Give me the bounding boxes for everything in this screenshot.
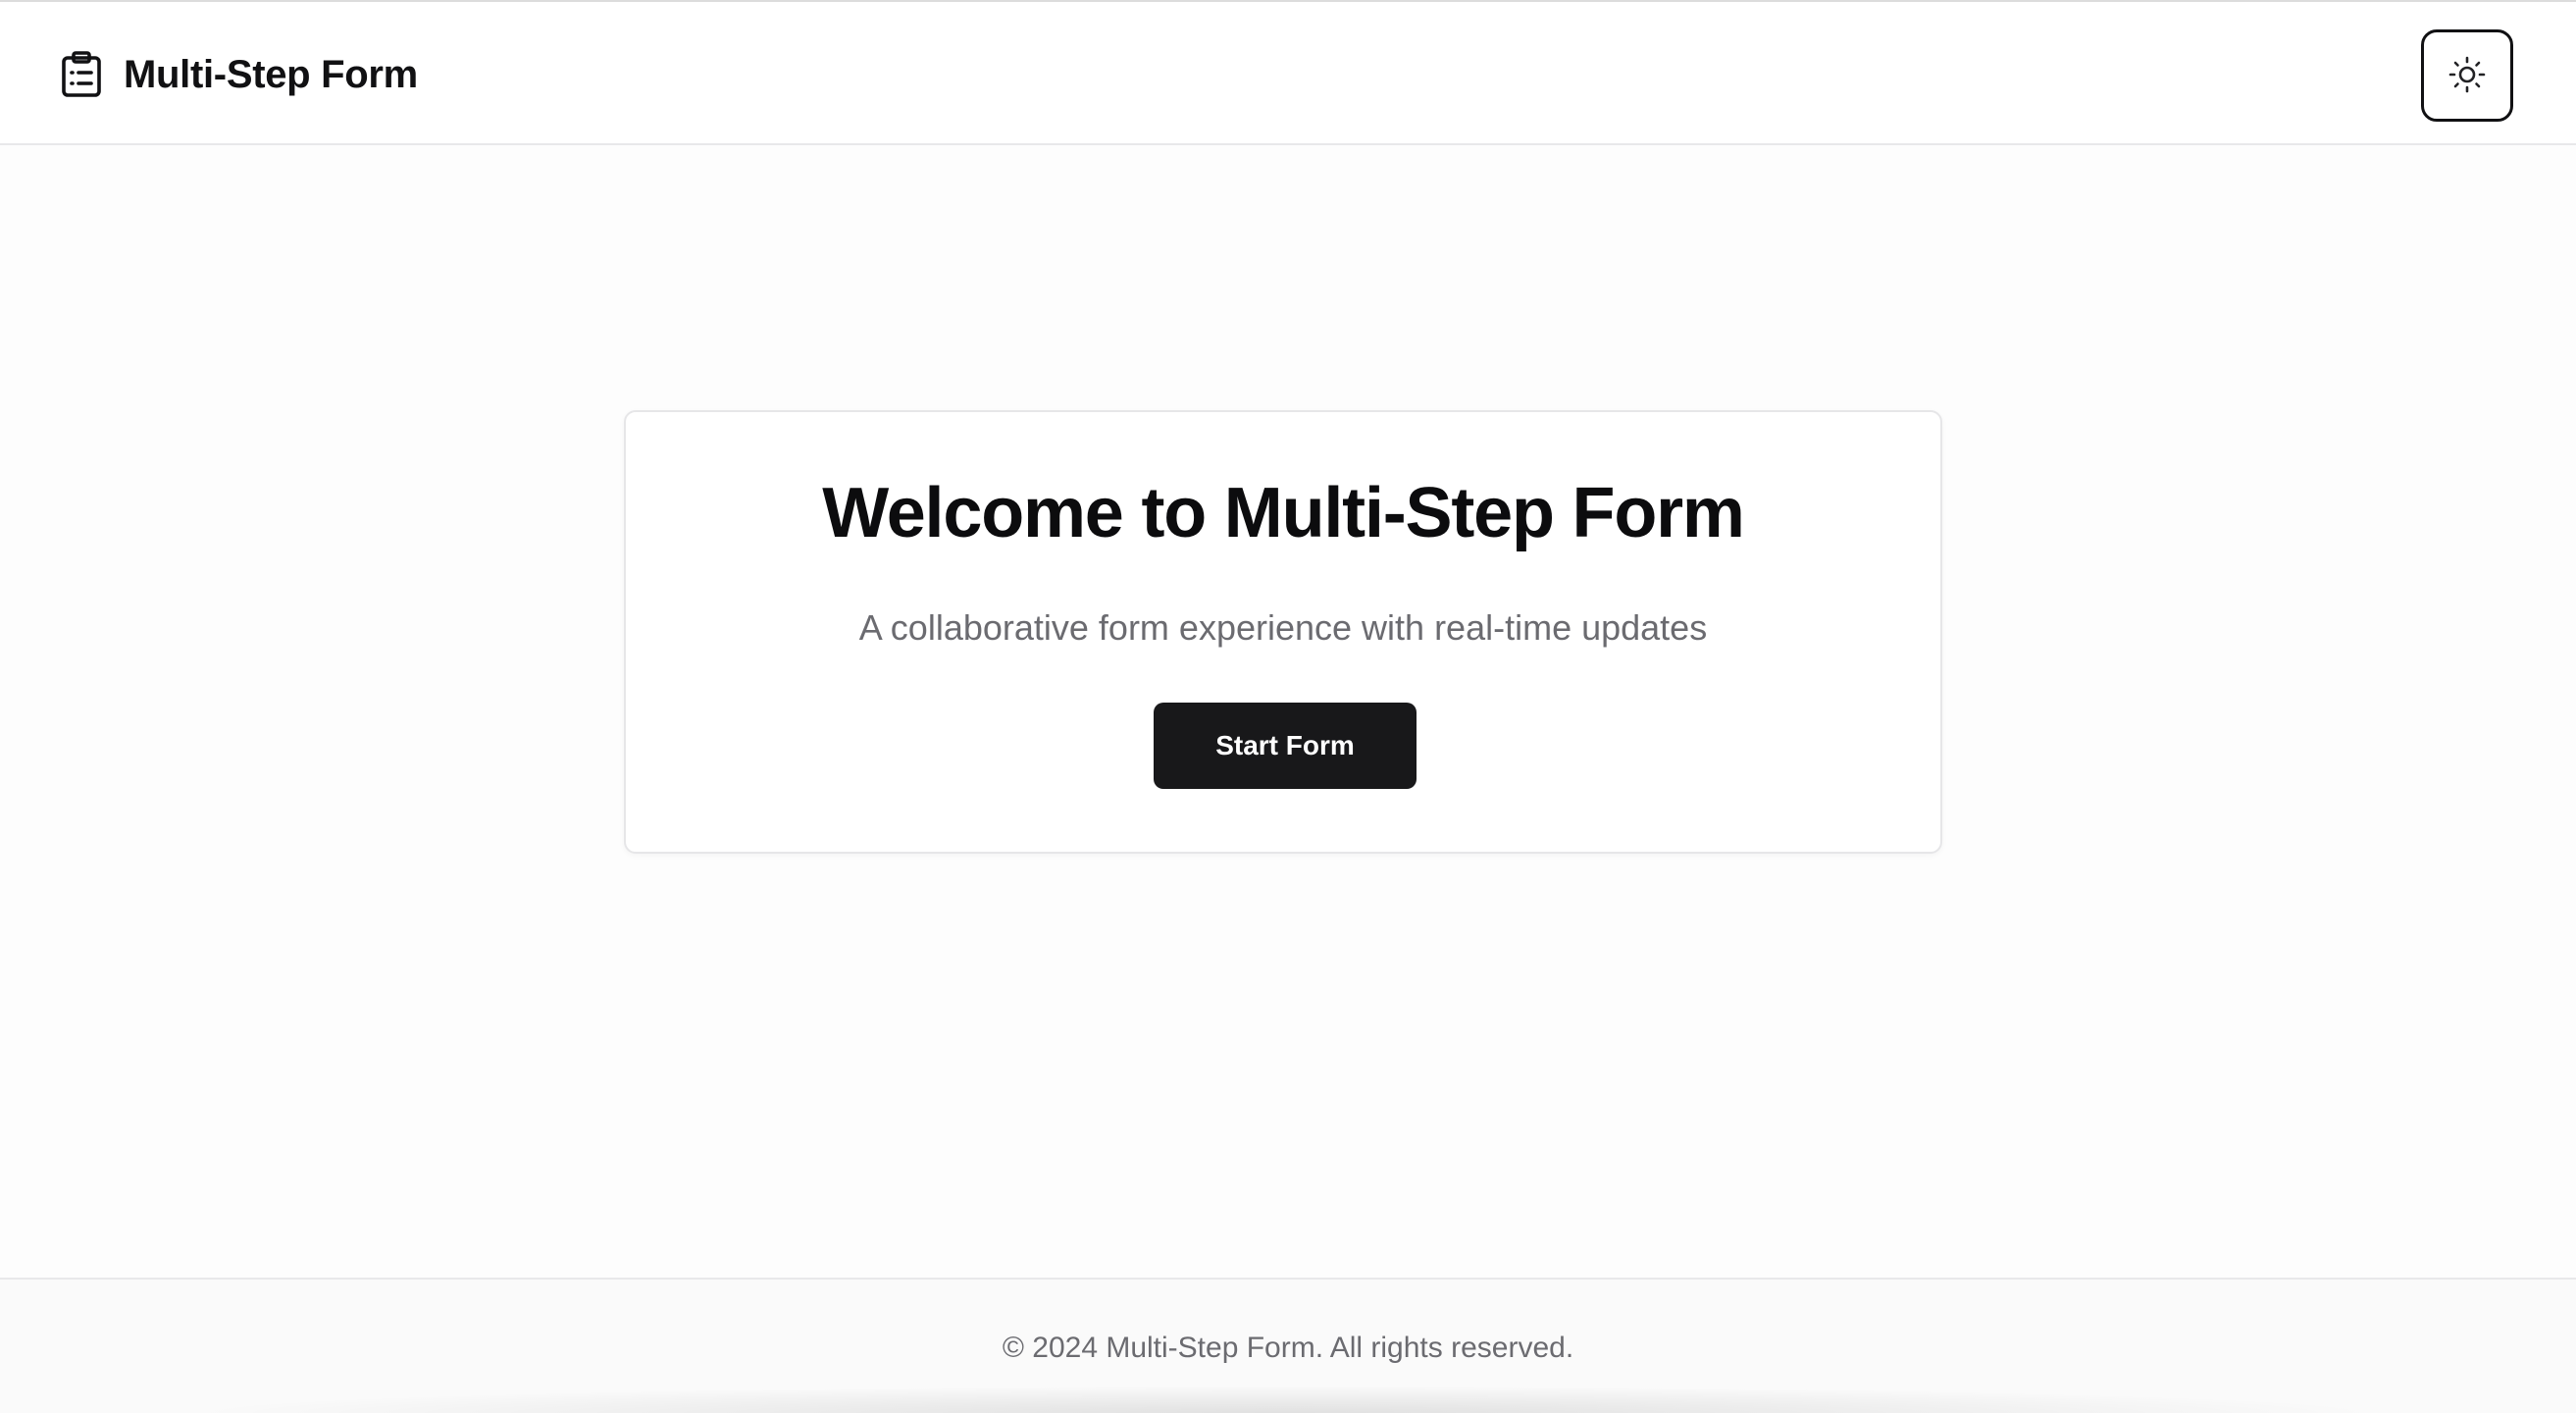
theme-toggle-button[interactable] bbox=[2421, 29, 2513, 122]
copyright-text: © 2024 Multi-Step Form. All rights reser… bbox=[1002, 1332, 1574, 1364]
welcome-title: Welcome to Multi-Step Form bbox=[822, 474, 1745, 552]
clipboard-list-icon bbox=[61, 51, 102, 98]
brand: Multi-Step Form bbox=[61, 47, 418, 102]
footer-shadow bbox=[177, 1386, 2394, 1413]
welcome-card: Welcome to Multi-Step Form A collaborati… bbox=[624, 410, 1942, 854]
app-header: Multi-Step Form bbox=[0, 0, 2576, 145]
app-footer: © 2024 Multi-Step Form. All rights reser… bbox=[0, 1278, 2576, 1413]
welcome-subtitle: A collaborative form experience with rea… bbox=[858, 607, 1708, 648]
start-form-button[interactable]: Start Form bbox=[1154, 703, 1417, 789]
app-title: Multi-Step Form bbox=[124, 53, 418, 96]
sun-icon bbox=[2447, 55, 2487, 97]
